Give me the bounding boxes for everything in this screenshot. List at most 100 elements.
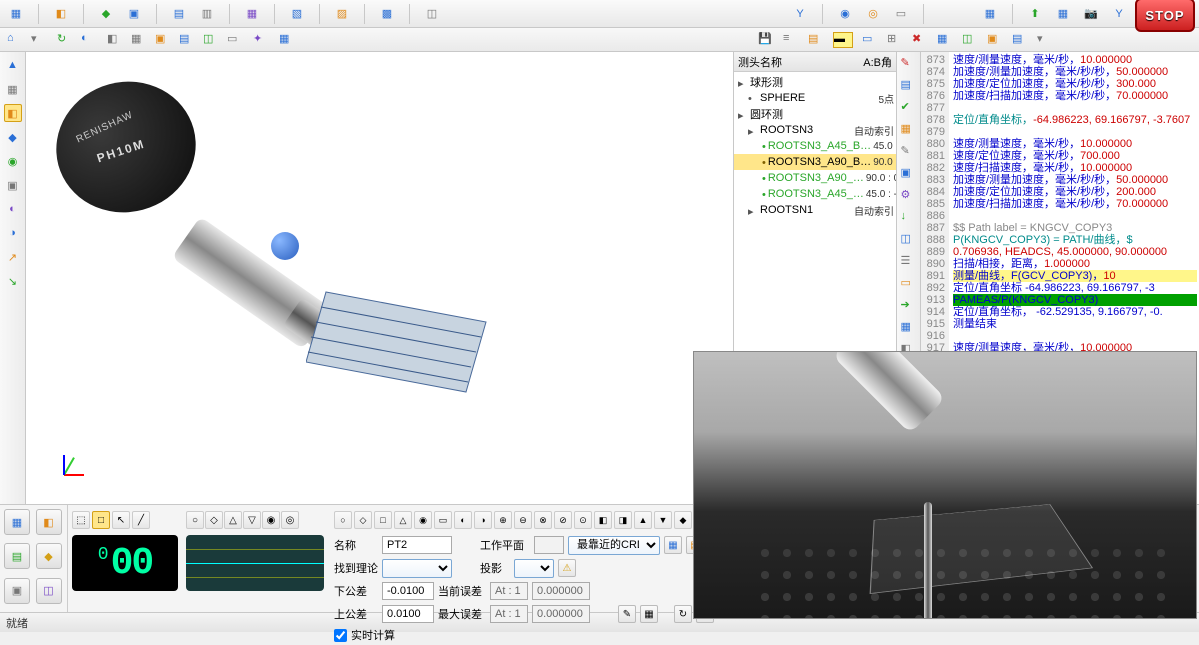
tool-icon[interactable]: ▾	[1037, 32, 1053, 48]
code-line[interactable]: 测量结束	[953, 318, 1197, 330]
code-line[interactable]: 速度/扫描速度，毫米/秒，10.000000	[953, 162, 1197, 174]
code-line[interactable]	[953, 330, 1197, 342]
camera-icon[interactable]: 📷	[1083, 6, 1099, 22]
dro-btn[interactable]: ↖	[112, 511, 130, 529]
code-line[interactable]: 速度/测量速度，毫米/秒，10.000000	[953, 54, 1197, 66]
tool-icon[interactable]: ▣	[987, 32, 1003, 48]
tb-btn[interactable]: ◇	[354, 511, 372, 529]
tool-icon[interactable]: Y	[792, 6, 808, 22]
code-line[interactable]: 速度/测量速度，毫米/秒，10.000000	[953, 138, 1197, 150]
tree-row[interactable]: •SPHERE5点	[734, 90, 896, 106]
tool-icon[interactable]: ◑	[4, 224, 22, 242]
highlight-icon[interactable]: ▬	[833, 32, 853, 48]
tb-btn[interactable]: ⊙	[574, 511, 592, 529]
tool-icon[interactable]: ✎	[901, 144, 917, 160]
code-line[interactable]: 加速度/定位加速度，毫米/秒/秒，200.000	[953, 186, 1197, 198]
tool-icon[interactable]: ▦	[279, 32, 295, 48]
tool-icon[interactable]: ▦	[901, 122, 917, 138]
dro-btn[interactable]: ╱	[132, 511, 150, 529]
refresh-icon[interactable]: ↻	[57, 32, 73, 48]
tool-icon[interactable]: ◫	[203, 32, 219, 48]
tb-btn[interactable]: ⊗	[534, 511, 552, 529]
tool-icon[interactable]: ▦	[244, 6, 260, 22]
code-line[interactable]	[953, 126, 1197, 138]
chart-btn[interactable]: ◉	[262, 511, 280, 529]
tool-icon[interactable]: ▨	[334, 6, 350, 22]
tool-icon[interactable]: ▣	[126, 6, 142, 22]
tb-btn[interactable]: △	[394, 511, 412, 529]
upper-tol-input[interactable]	[382, 605, 434, 623]
find-select[interactable]	[382, 559, 452, 578]
tool-icon[interactable]: ▧	[289, 6, 305, 22]
delete-icon[interactable]: ✖	[912, 32, 928, 48]
tool-icon[interactable]: ▣	[901, 166, 917, 182]
tool-icon[interactable]: ✔	[901, 100, 917, 116]
tb-btn[interactable]: ○	[334, 511, 352, 529]
tool-icon[interactable]: ▦	[982, 6, 998, 22]
tb-btn[interactable]: ⊘	[554, 511, 572, 529]
warn-icon[interactable]: ⚠	[558, 559, 576, 577]
tree-row[interactable]: ▸ROOTSN1自动索引	[734, 202, 896, 218]
code-line[interactable]: 定位/直角坐标，-64.986223, 69.166797, -3.7607	[953, 114, 1197, 126]
code-line[interactable]: 加速度/测量加速度，毫米/秒/秒，50.000000	[953, 174, 1197, 186]
tool-icon[interactable]: ▤	[171, 6, 187, 22]
code-line[interactable]: 加速度/扫描加速度，毫米/秒/秒，70.000000	[953, 90, 1197, 102]
tool-icon[interactable]: ✦	[253, 32, 269, 48]
tb-btn[interactable]: ▲	[634, 511, 652, 529]
code-line[interactable]: 定位/直角坐标， -62.529135, 9.166797, -0.	[953, 306, 1197, 318]
tool-icon[interactable]: ▦	[901, 320, 917, 336]
tree-body[interactable]: ▸球形测•SPHERE5点▸圆环测▸ROOTSN3自动索引•ROOTSN3_A4…	[734, 72, 896, 220]
new-icon[interactable]: ▦	[8, 6, 24, 22]
stop-button[interactable]: STOP	[1135, 0, 1195, 32]
tb-btn[interactable]: ◑	[474, 511, 492, 529]
workplane-input[interactable]	[534, 536, 564, 554]
dropdown-icon[interactable]: ▾	[31, 32, 47, 48]
mode-button[interactable]: ▣	[4, 578, 30, 604]
pointer-icon[interactable]: ▲	[4, 56, 22, 74]
chart-btn[interactable]: ◇	[205, 511, 223, 529]
lower-tol-input[interactable]	[382, 582, 434, 600]
tree-row[interactable]: ▸圆环测	[734, 106, 896, 122]
dro-btn[interactable]: ⬚	[72, 511, 90, 529]
name-input[interactable]	[382, 536, 452, 554]
tool-icon[interactable]: ▣	[4, 176, 22, 194]
btn[interactable]: ✎	[618, 605, 636, 623]
tool-icon[interactable]: ↓	[901, 210, 917, 226]
tb-btn[interactable]: ⊖	[514, 511, 532, 529]
tool-icon[interactable]: ▤	[901, 78, 917, 94]
save-icon[interactable]: 💾	[758, 32, 774, 48]
tb-btn[interactable]: ◐	[454, 511, 472, 529]
chart-btn[interactable]: ▽	[243, 511, 261, 529]
tool-icon[interactable]: ◉	[4, 152, 22, 170]
btn[interactable]: ▦	[664, 536, 682, 554]
tool-icon[interactable]: ✎	[901, 56, 917, 72]
tool-icon[interactable]: ▤	[179, 32, 195, 48]
tree-row[interactable]: •ROOTSN3_A90_B…90.0 : 90.0	[734, 154, 896, 170]
tb-btn[interactable]: ▼	[654, 511, 672, 529]
tool-icon[interactable]: ↘	[4, 272, 22, 290]
tool-icon[interactable]: ◫	[962, 32, 978, 48]
tool-icon[interactable]: ◆	[4, 128, 22, 146]
tool-icon[interactable]: ▩	[379, 6, 395, 22]
btn[interactable]: ↻	[674, 605, 692, 623]
code-line[interactable]	[953, 210, 1197, 222]
tool-icon[interactable]: ▦	[937, 32, 953, 48]
tree-row[interactable]: ▸球形测	[734, 74, 896, 90]
code-line[interactable]: 加速度/扫描加速度，毫米/秒/秒，70.000000	[953, 198, 1197, 210]
btn[interactable]: ▦	[640, 605, 658, 623]
code-line[interactable]: 测量/曲线，F(GCV_COPY3)，10	[953, 270, 1197, 282]
select-icon[interactable]: ◧	[4, 104, 22, 122]
mode-button[interactable]: ◫	[36, 578, 62, 604]
code-line[interactable]: P(KNGCV_COPY3) = PATH/曲线，$	[953, 234, 1197, 246]
tool-icon[interactable]: ▦	[4, 80, 22, 98]
dro-btn[interactable]: □	[92, 511, 110, 529]
code-line[interactable]: 速度/定位速度，毫米/秒，700.000	[953, 150, 1197, 162]
tool-icon[interactable]: ⚙	[901, 188, 917, 204]
mode-button[interactable]: ◧	[36, 509, 62, 535]
tb-btn[interactable]: □	[374, 511, 392, 529]
mode-button[interactable]: ▦	[4, 509, 30, 535]
code-line[interactable]: 扫描/相接，距离，1.000000	[953, 258, 1197, 270]
tool-icon[interactable]: ◎	[865, 6, 881, 22]
tool-icon[interactable]: ◐	[4, 200, 22, 218]
tool-icon[interactable]: ▥	[199, 6, 215, 22]
